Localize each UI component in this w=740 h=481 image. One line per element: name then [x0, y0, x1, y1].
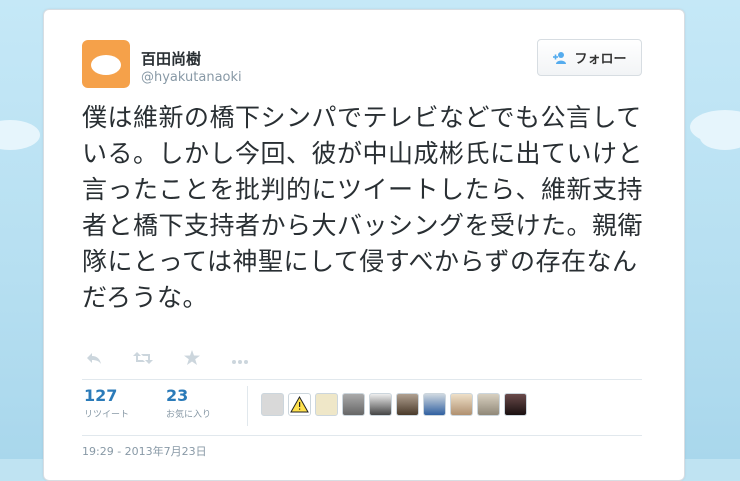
user-avatar-thumb[interactable]: [288, 393, 311, 416]
tweet-actions: [86, 350, 249, 369]
user-avatars: [261, 393, 527, 416]
user-name[interactable]: 百田尚樹: [141, 48, 201, 69]
stats-separator: [247, 386, 248, 426]
retweet-icon[interactable]: [133, 350, 153, 369]
favorite-label: お気に入り: [166, 410, 212, 420]
retweet-label: リツイート: [84, 410, 130, 420]
follow-button-label: フォロー: [574, 52, 627, 67]
user-avatar-thumb[interactable]: [342, 393, 365, 416]
favorite-count: 23: [166, 386, 189, 405]
user-avatar-thumb[interactable]: [504, 393, 527, 416]
reply-icon[interactable]: [86, 350, 102, 369]
default-egg-icon: [91, 55, 121, 75]
user-avatar-thumb[interactable]: [450, 393, 473, 416]
tweet-timestamp[interactable]: 19:29 - 2013年7月23日: [82, 443, 207, 459]
more-icon[interactable]: [231, 350, 249, 369]
user-avatar-thumb[interactable]: [315, 393, 338, 416]
user-avatar-thumb[interactable]: [477, 393, 500, 416]
user-avatar-thumb[interactable]: [261, 393, 284, 416]
user-avatar-thumb[interactable]: [369, 393, 392, 416]
add-user-icon: [552, 51, 568, 65]
tweet-card: 百田尚樹 @hyakutanaoki フォロー 僕は維新の橋下シンパでテレビなど…: [43, 9, 685, 481]
retweet-stat[interactable]: 127 リツイート: [84, 386, 129, 420]
retweet-count: 127: [84, 386, 118, 405]
favorite-icon[interactable]: [184, 350, 200, 369]
user-avatar-thumb[interactable]: [396, 393, 419, 416]
avatar[interactable]: [82, 40, 130, 88]
user-avatar-thumb[interactable]: [423, 393, 446, 416]
follow-button[interactable]: フォロー: [537, 39, 642, 76]
user-handle[interactable]: @hyakutanaoki: [141, 70, 242, 85]
favorite-stat[interactable]: 23 お気に入り: [166, 386, 211, 420]
divider: [82, 435, 642, 436]
tweet-text: 僕は維新の橋下シンパでテレビなどでも公言している。しかし今回、彼が中山成彬氏に出…: [82, 103, 644, 312]
divider: [82, 379, 642, 380]
